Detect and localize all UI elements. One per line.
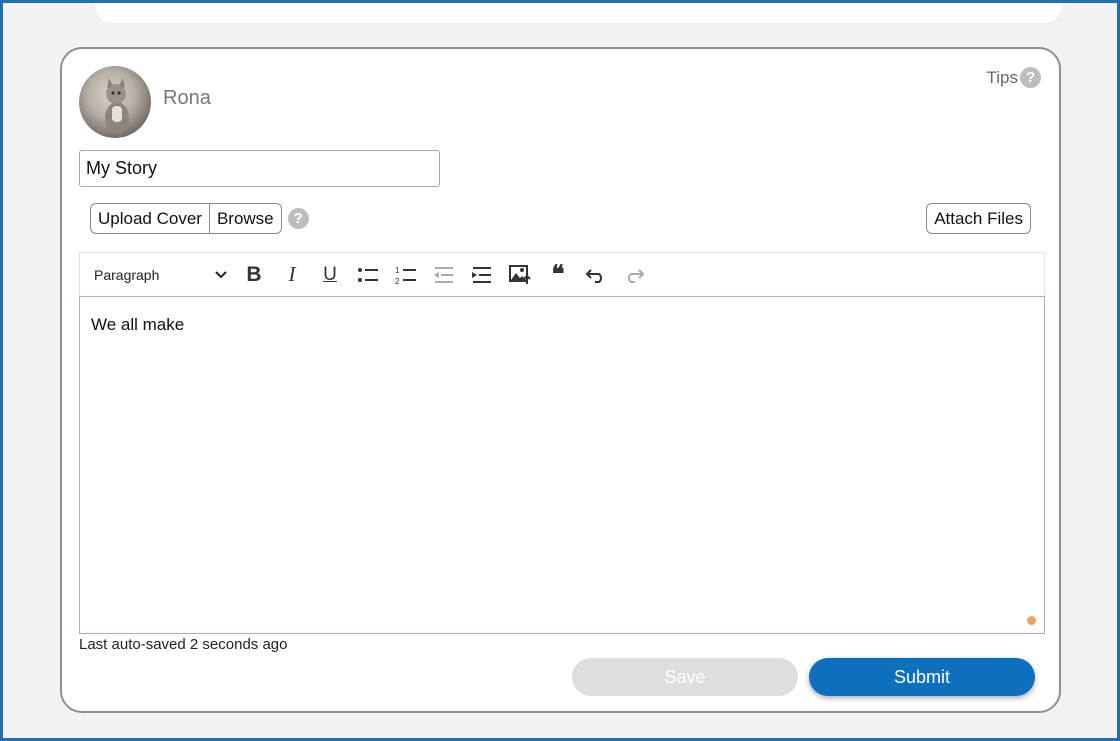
- tips-link[interactable]: Tips ?: [986, 67, 1041, 88]
- user-avatar: [79, 66, 151, 138]
- previous-card-edge: [95, 0, 1062, 23]
- bullet-list-icon[interactable]: [349, 260, 387, 290]
- cover-controls: Upload Cover Browse ?: [90, 203, 309, 234]
- bold-icon[interactable]: B: [235, 260, 273, 290]
- block-style-value: Paragraph: [94, 266, 160, 283]
- story-editor-card: Rona Tips ? Upload Cover Browse ? Attach…: [60, 47, 1061, 713]
- save-button[interactable]: Save: [572, 658, 798, 696]
- blockquote-icon[interactable]: ❝: [539, 260, 577, 290]
- insert-image-icon[interactable]: [501, 260, 539, 290]
- italic-icon[interactable]: I: [273, 260, 311, 290]
- underline-icon[interactable]: U: [311, 260, 349, 290]
- story-title-input[interactable]: [79, 150, 440, 187]
- autosave-status: Last auto-saved 2 seconds ago: [79, 636, 288, 653]
- undo-icon[interactable]: [577, 260, 615, 290]
- redo-icon[interactable]: [615, 260, 653, 290]
- upload-cover-button[interactable]: Upload Cover: [90, 203, 210, 234]
- svg-text:2: 2: [395, 277, 400, 285]
- story-editor-body[interactable]: We all make: [79, 296, 1045, 634]
- editor-content: We all make: [91, 315, 185, 334]
- author-name: Rona: [163, 87, 211, 109]
- outdent-icon[interactable]: [425, 260, 463, 290]
- help-icon: ?: [1020, 67, 1041, 88]
- status-indicator-icon: [1027, 616, 1036, 625]
- submit-button[interactable]: Submit: [809, 658, 1035, 696]
- browse-button[interactable]: Browse: [209, 203, 282, 234]
- attach-files-button[interactable]: Attach Files: [926, 203, 1031, 234]
- cover-help-icon[interactable]: ?: [287, 208, 309, 229]
- chevron-down-icon: [215, 270, 227, 278]
- editor-toolbar: Paragraph B I U 12 ❝: [79, 252, 1045, 296]
- cat-avatar-icon: [105, 78, 129, 134]
- svg-text:1: 1: [395, 266, 400, 275]
- tips-label: Tips: [986, 67, 1019, 87]
- block-style-select[interactable]: Paragraph: [80, 267, 235, 283]
- indent-icon[interactable]: [463, 260, 501, 290]
- numbered-list-icon[interactable]: 12: [387, 260, 425, 290]
